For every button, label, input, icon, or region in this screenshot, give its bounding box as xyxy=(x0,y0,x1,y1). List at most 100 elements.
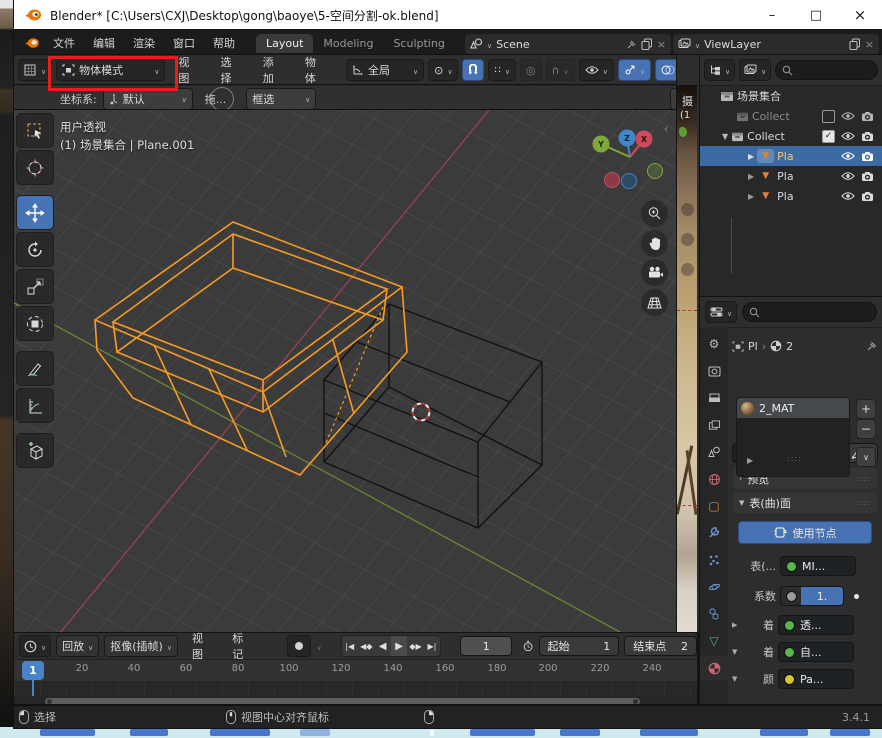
expand-arrow-icon[interactable]: ▼ xyxy=(722,132,728,141)
tool-move[interactable] xyxy=(16,195,54,230)
row-arrow-icon[interactable]: ▶ xyxy=(732,621,742,629)
gizmo-axis-neg-y[interactable] xyxy=(648,164,663,179)
menu-add[interactable]: 添加 xyxy=(254,55,292,85)
panel-surface[interactable]: ▼ 表(曲)面 :::: xyxy=(733,492,877,513)
tab-render[interactable] xyxy=(702,362,726,380)
tool-annotate[interactable] xyxy=(16,351,54,386)
snap-toggle[interactable] xyxy=(462,59,484,81)
hide-eye-icon[interactable] xyxy=(841,171,855,181)
hide-eye-icon[interactable] xyxy=(841,151,855,161)
workspace-tab-layout[interactable]: Layout xyxy=(256,34,313,53)
remove-icon[interactable]: × xyxy=(865,38,874,51)
tab-output[interactable] xyxy=(702,389,726,407)
timeline-ruler[interactable]: 20 40 60 80 100 120 140 160 180 200 220 … xyxy=(14,660,697,682)
viewport-pan-button[interactable] xyxy=(641,230,668,257)
timeline-marker-menu[interactable]: 标记 xyxy=(223,633,258,662)
unlink-icon[interactable]: × xyxy=(657,38,666,51)
jump-to-end-button[interactable]: ▶| xyxy=(424,636,440,656)
remove-slot-button[interactable]: − xyxy=(856,419,876,439)
tool-select-box[interactable] xyxy=(16,113,54,148)
material-slot-list[interactable]: 2_MAT ▶ :::: xyxy=(736,397,850,477)
timeline-editor-type[interactable] xyxy=(19,635,51,657)
outliner-row-plane[interactable]: ▶ ▼ Pla xyxy=(700,186,882,206)
workspace-tab-modeling[interactable]: Modeling xyxy=(313,34,383,53)
pin-icon[interactable] xyxy=(626,39,637,50)
proportional-editing-toggle[interactable]: ◎ xyxy=(520,59,542,81)
timeline-scrollbar[interactable] xyxy=(45,698,640,705)
tab-tool[interactable]: ⚙ xyxy=(702,335,726,353)
editor-type-selector[interactable] xyxy=(18,59,52,81)
hide-eye-icon[interactable] xyxy=(841,111,855,121)
breadcrumb-object[interactable]: Pl xyxy=(748,340,758,353)
hide-eye-icon[interactable] xyxy=(841,191,855,201)
outliner-editor-type[interactable] xyxy=(704,59,735,81)
playhead[interactable]: 1 xyxy=(22,661,44,680)
exclude-checkbox-checked[interactable]: ✓ xyxy=(822,130,835,143)
auto-keying-toggle[interactable] xyxy=(287,635,311,657)
tab-scene[interactable] xyxy=(702,443,726,461)
list-expand-icon[interactable]: ▶ xyxy=(747,456,753,465)
row-arrow-icon[interactable]: ▼ xyxy=(732,675,742,683)
3d-viewport[interactable]: Z X Y 用户透视 (1) 场景集合 | Plane.001 xyxy=(14,110,677,633)
transform-orientation-dropdown[interactable]: 全局 xyxy=(346,59,424,81)
gizmo-axis-neg-x[interactable] xyxy=(605,173,620,188)
properties-search-input[interactable] xyxy=(742,302,877,322)
menu-help[interactable]: 帮助 xyxy=(204,35,244,51)
expand-arrow-icon[interactable]: ▶ xyxy=(748,172,754,181)
factor-field[interactable]: 1. xyxy=(780,586,844,606)
stopwatch-icon[interactable] xyxy=(523,639,533,653)
tab-object[interactable]: ▢ xyxy=(702,497,726,515)
wireframe-selected-box[interactable] xyxy=(95,222,407,475)
current-frame-field[interactable]: 1 xyxy=(460,636,512,656)
frame-end-field[interactable]: 结束点 2 xyxy=(624,636,697,656)
view-layer-selector[interactable]: ViewLayer × xyxy=(672,33,880,55)
shader1-field[interactable]: 透... xyxy=(778,615,854,635)
row-arrow-icon[interactable]: ▼ xyxy=(732,648,742,656)
surface-shader-field[interactable]: MI... xyxy=(780,556,856,576)
outliner-row-collection[interactable]: ▼ Collect ✓ xyxy=(700,126,882,146)
add-slot-button[interactable]: + xyxy=(856,399,876,419)
tab-view-layer[interactable] xyxy=(702,416,726,434)
shader2-field[interactable]: 自... xyxy=(778,642,854,662)
color-field[interactable]: Pa... xyxy=(778,669,854,689)
expand-arrow-icon[interactable]: ▶ xyxy=(748,192,754,201)
prev-keyframe-button[interactable]: ◀◆ xyxy=(358,636,374,656)
gizmos-toggle[interactable] xyxy=(618,59,651,81)
close-button[interactable]: × xyxy=(838,0,882,30)
jump-to-start-button[interactable]: |◀ xyxy=(342,636,358,656)
tab-particles[interactable] xyxy=(702,551,726,569)
expand-arrow-icon[interactable]: ▶ xyxy=(748,152,754,161)
timeline-channel-area[interactable] xyxy=(14,682,697,696)
workspace-tab-sculpting[interactable]: Sculpting xyxy=(383,34,454,53)
menu-object[interactable]: 物体 xyxy=(296,55,334,85)
next-keyframe-button[interactable]: ◆▶ xyxy=(407,636,423,656)
render-camera-icon[interactable] xyxy=(861,131,874,142)
outliner-search-input[interactable] xyxy=(775,60,878,80)
frame-start-field[interactable]: 起始 1 xyxy=(539,636,620,656)
exclude-checkbox-unchecked[interactable] xyxy=(822,110,835,123)
gizmo-axis-neg-z[interactable] xyxy=(622,174,637,189)
play-button[interactable]: ▶ xyxy=(391,636,407,656)
outliner-display-mode[interactable] xyxy=(739,59,771,81)
menu-select[interactable]: 选择 xyxy=(212,55,250,85)
tab-world[interactable] xyxy=(702,470,726,488)
viewport-camera-view-button[interactable] xyxy=(641,259,668,286)
use-nodes-button[interactable]: 使用节点 xyxy=(738,521,872,544)
pin-icon[interactable] xyxy=(866,340,878,352)
minimize-button[interactable]: – xyxy=(750,0,794,30)
keyframe-dot-icon[interactable] xyxy=(854,594,859,599)
list-grip-icon[interactable]: :::: xyxy=(787,454,802,463)
tab-constraints[interactable] xyxy=(702,605,726,623)
render-camera-icon[interactable] xyxy=(861,111,874,122)
tool-measure[interactable] xyxy=(16,388,54,423)
tool-add-cube[interactable] xyxy=(16,433,54,468)
new-copy-icon[interactable] xyxy=(641,38,653,50)
timeline-view-menu[interactable]: 视图 xyxy=(183,633,218,662)
play-reverse-button[interactable]: ◀ xyxy=(374,636,390,656)
viewport-ortho-toggle-button[interactable] xyxy=(641,289,668,316)
tool-rotate[interactable] xyxy=(16,232,54,267)
menu-render[interactable]: 渲染 xyxy=(124,35,164,51)
render-camera-icon[interactable] xyxy=(861,191,874,202)
proportional-falloff-dropdown[interactable]: ∩ xyxy=(546,59,575,81)
tab-physics[interactable] xyxy=(702,578,726,596)
